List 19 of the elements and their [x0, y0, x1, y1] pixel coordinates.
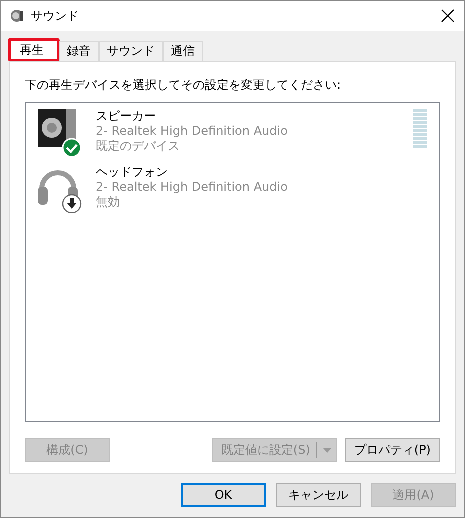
tab[interactable]: サウンド [99, 41, 163, 61]
close-icon [441, 9, 455, 23]
window-title: サウンド [31, 8, 80, 24]
tab[interactable]: 再生 [9, 39, 59, 61]
device-name: スピーカー [96, 109, 157, 124]
device-status: 既定のデバイス [96, 139, 181, 154]
tab[interactable]: 通信 [163, 41, 203, 61]
device-driver: 2- Realtek High Definition Audio [96, 180, 289, 195]
tab[interactable]: 録音 [59, 41, 99, 61]
speaker-icon [9, 8, 25, 24]
button[interactable]: キャンセル [276, 483, 361, 507]
device-name: ヘッドフォン [96, 165, 169, 180]
caret-icon [323, 448, 332, 452]
device-driver: 2- Realtek High Definition Audio [96, 124, 289, 139]
button[interactable]: OK [181, 483, 266, 507]
instruction-text: 下の再生デバイスを選択してその設定を変更してください: [25, 77, 342, 94]
device-row[interactable]: スピーカー 2- Realtek High Definition Audio 既定のデバイス [36, 107, 439, 157]
button[interactable]: プロパティ(P) [345, 438, 440, 462]
device-status: 無効 [96, 195, 121, 210]
